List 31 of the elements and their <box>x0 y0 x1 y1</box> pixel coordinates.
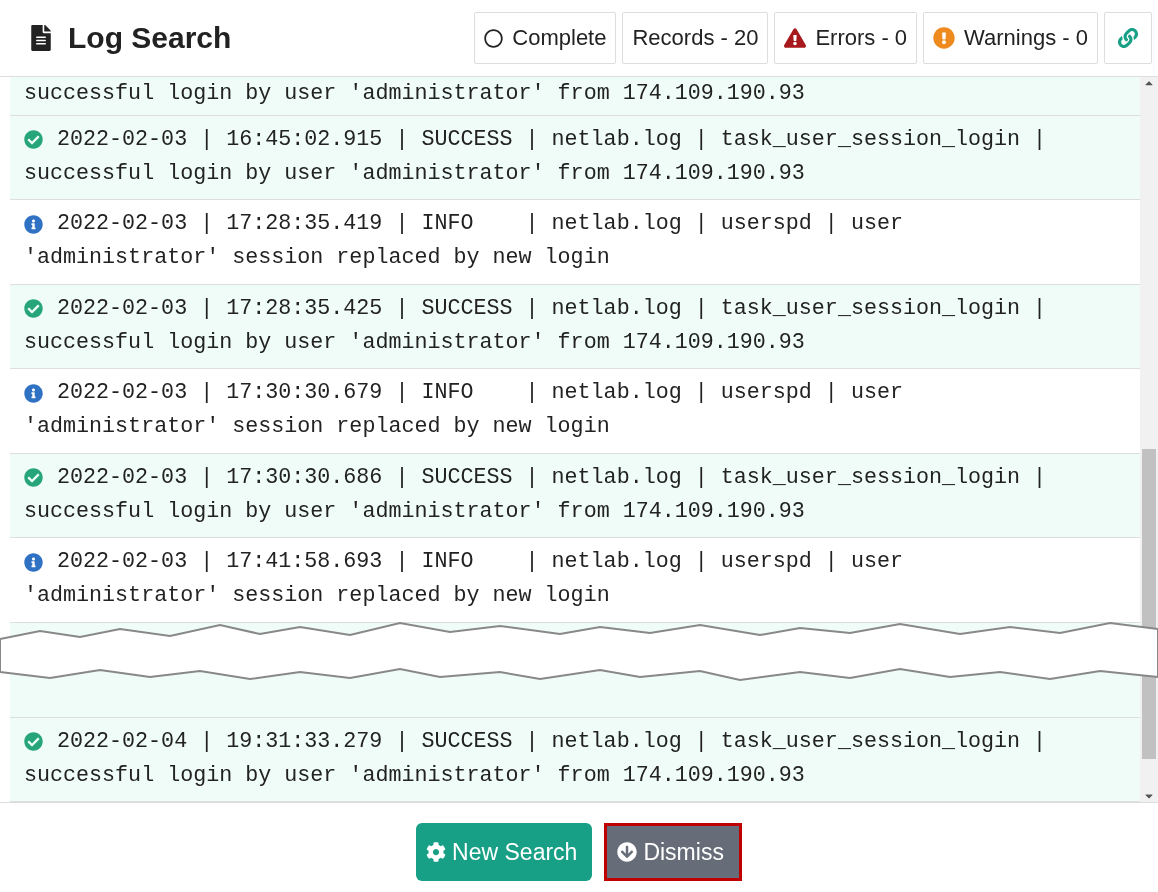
badge-label: Complete <box>512 25 607 51</box>
badge-label: Errors - 0 <box>815 25 908 51</box>
log-line: 2022-02-03 | 17:30:30.679 | INFO | netlab.log | userspd | user <box>57 379 903 408</box>
info-icon <box>24 383 43 403</box>
warning-triangle-icon <box>784 27 807 49</box>
link-icon <box>1118 28 1138 48</box>
dismiss-button[interactable]: Dismiss <box>604 823 742 881</box>
document-icon <box>28 25 54 51</box>
info-icon <box>24 214 43 234</box>
link-button[interactable] <box>1104 12 1152 64</box>
log-line: successful login by user 'administrator' from 174.109.190.93 <box>24 159 805 188</box>
gear-icon <box>426 842 447 862</box>
log-line: 2022-02-03 | 17:28:35.425 | SUCCESS | netlab.log | task_user_session_login | <box>57 294 1047 323</box>
log-line: 2022-02-03 | 17:41:58.693 | INFO | netlab.log | userspd | user <box>57 548 903 577</box>
log-line: 2022-02-04 | 19:31:33.279 | SUCCESS | netlab.log | task_user_session_login | <box>57 727 1047 756</box>
log-line: successful login by user 'administrator' from 174.109.190.93 <box>24 328 805 357</box>
log-line: 2022-02-03 | 17:28:35.419 | INFO | netlab.log | userspd | user <box>57 210 903 239</box>
log-line: 2022-02-03 | 16:45:02.915 | SUCCESS | netlab.log | task_user_session_login | <box>57 125 1047 154</box>
page-title: Log Search <box>68 21 232 55</box>
log-line: successful login by user 'administrator' from 174.109.190.93 <box>24 497 805 526</box>
log-line: 2022-02-03 | 17:30:30.686 | SUCCESS | netlab.log | task_user_session_login | <box>57 463 1047 492</box>
badge-label: Records - 20 <box>632 25 759 51</box>
info-icon <box>24 552 43 572</box>
log-line: successful login by user 'administrator' from 174.109.190.93 <box>24 761 805 790</box>
scrollbar[interactable] <box>1140 77 1158 802</box>
badge-label: Warnings - 0 <box>964 25 1088 51</box>
log-line: 'administrator' session replaced by new login <box>24 244 610 273</box>
log-line: 'administrator' session replaced by new login <box>24 413 610 442</box>
log-line: 'administrator' session replaced by new login <box>24 582 610 611</box>
log-line: successful login by user 'administrator' from 174.109.190.93 <box>24 80 805 108</box>
new-search-button[interactable]: New Search <box>416 823 593 881</box>
